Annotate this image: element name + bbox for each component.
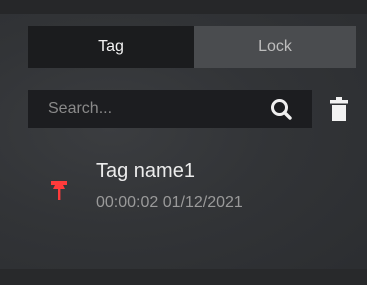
tag-time: 00:00:02 bbox=[96, 194, 159, 211]
tab-bar: Tag Lock bbox=[28, 26, 356, 68]
search-box bbox=[28, 90, 312, 128]
pin-icon bbox=[51, 181, 67, 200]
tag-date: 01/12/2021 bbox=[162, 194, 243, 211]
bottom-strip bbox=[0, 269, 367, 285]
search-icon[interactable] bbox=[270, 98, 292, 120]
tag-timestamp: 00:00:02 01/12/2021 bbox=[96, 194, 243, 212]
tag-name: Tag name1 bbox=[96, 160, 195, 182]
tab-lock[interactable]: Lock bbox=[194, 26, 356, 68]
trash-icon[interactable] bbox=[329, 95, 349, 123]
search-input[interactable] bbox=[48, 100, 248, 118]
tag-list-item[interactable]: Tag name1 00:00:02 01/12/2021 bbox=[40, 158, 330, 220]
tab-tag[interactable]: Tag bbox=[28, 26, 194, 68]
top-strip bbox=[0, 0, 367, 14]
